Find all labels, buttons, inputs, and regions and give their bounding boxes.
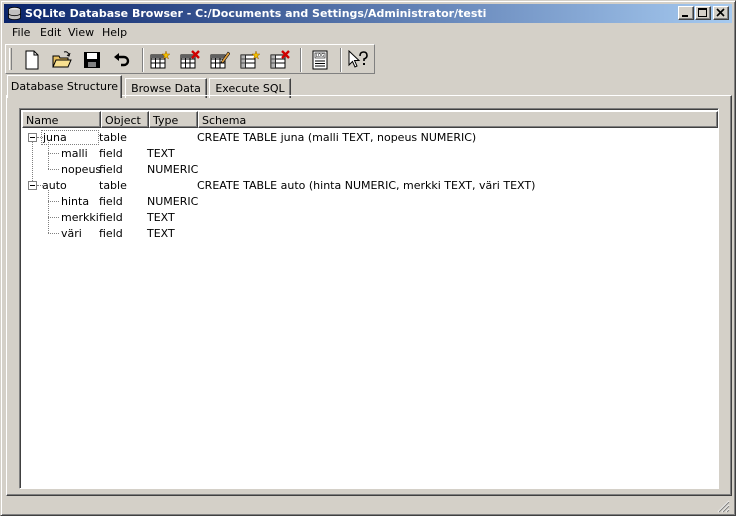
tree-connector <box>48 190 49 233</box>
row-object: field <box>99 195 123 208</box>
whats-this-icon <box>348 50 368 68</box>
delete-table-button[interactable] <box>178 48 202 72</box>
toolbar-grip[interactable] <box>9 48 12 70</box>
row-type: NUMERIC <box>147 163 199 176</box>
row-type: TEXT <box>147 147 175 160</box>
log-icon: LOG <box>312 50 328 70</box>
row-object: table <box>99 179 127 192</box>
delete-index-icon <box>270 50 290 69</box>
menu-file[interactable]: File <box>12 26 30 39</box>
row-name: hinta <box>61 195 90 208</box>
minimize-button[interactable] <box>678 6 694 20</box>
resize-grip-icon[interactable] <box>716 499 730 513</box>
row-object: field <box>99 163 123 176</box>
column-header-schema[interactable]: Schema <box>198 111 718 128</box>
status-bar <box>4 498 732 514</box>
delete-index-button[interactable] <box>268 48 292 72</box>
row-name: auto <box>42 179 67 192</box>
collapse-auto-toggle[interactable] <box>28 181 37 190</box>
tree-connector <box>48 217 59 218</box>
tree-connector <box>48 233 59 234</box>
whats-this-button[interactable] <box>346 48 370 72</box>
create-table-button[interactable] <box>148 48 172 72</box>
row-schema: CREATE TABLE juna (malli TEXT, nopeus NU… <box>197 131 477 144</box>
collapse-juna-toggle[interactable] <box>28 133 37 142</box>
tree-connector <box>48 153 59 154</box>
modify-table-icon <box>210 51 230 69</box>
toolbar-separator <box>142 48 144 72</box>
toolbar-separator <box>300 48 302 72</box>
save-button[interactable] <box>80 48 104 72</box>
minimize-icon <box>682 15 688 17</box>
maximize-icon <box>698 8 707 17</box>
row-name: nopeus <box>61 163 102 176</box>
row-object: table <box>99 131 127 144</box>
open-folder-icon <box>52 51 72 68</box>
row-type: TEXT <box>147 211 175 224</box>
row-object: field <box>99 147 123 160</box>
menu-bar: File Edit View Help <box>4 24 732 42</box>
new-file-icon <box>25 50 39 70</box>
create-table-icon <box>150 50 170 69</box>
close-icon <box>716 8 725 17</box>
svg-text:LOG: LOG <box>316 53 324 58</box>
delete-table-icon <box>180 50 200 69</box>
undo-button[interactable] <box>110 48 134 72</box>
menu-edit[interactable]: Edit <box>40 26 61 39</box>
column-header-object[interactable]: Object <box>101 111 149 128</box>
column-header-type[interactable]: Type <box>149 111 198 128</box>
menu-help[interactable]: Help <box>102 26 127 39</box>
tree-connector <box>32 137 33 185</box>
tree-connector <box>48 169 59 170</box>
close-button[interactable] <box>713 6 729 20</box>
row-name: väri <box>61 227 82 240</box>
title-bar[interactable]: SQLite Database Browser - C:/Documents a… <box>4 4 732 23</box>
tab-database-structure[interactable]: Database Structure <box>7 75 122 98</box>
toolbar-separator <box>340 48 342 72</box>
toolbar: LOG <box>5 44 375 74</box>
modify-table-button[interactable] <box>208 48 232 72</box>
database-icon <box>8 6 21 21</box>
row-name: malli <box>61 147 88 160</box>
structure-tree[interactable]: Name Object Type Schema juna table CREAT… <box>19 108 719 489</box>
tree-connector <box>48 142 49 169</box>
row-schema: CREATE TABLE auto (hinta NUMERIC, merkki… <box>197 179 536 192</box>
row-object: field <box>99 227 123 240</box>
tree-connector <box>48 201 59 202</box>
tree-header: Name Object Type Schema <box>22 111 718 128</box>
maximize-button[interactable] <box>695 6 711 20</box>
open-database-button[interactable] <box>50 48 74 72</box>
sql-log-button[interactable]: LOG <box>308 48 332 72</box>
row-name: merkki <box>61 211 99 224</box>
menu-view[interactable]: View <box>68 26 94 39</box>
save-icon <box>84 52 100 68</box>
app-window: SQLite Database Browser - C:/Documents a… <box>0 0 736 516</box>
window-title: SQLite Database Browser - C:/Documents a… <box>25 7 487 20</box>
column-header-name[interactable]: Name <box>22 111 101 128</box>
row-type: TEXT <box>147 227 175 240</box>
row-type: NUMERIC <box>147 195 199 208</box>
create-index-icon <box>240 50 260 69</box>
row-object: field <box>99 211 123 224</box>
new-database-button[interactable] <box>20 48 44 72</box>
create-index-button[interactable] <box>238 48 262 72</box>
undo-icon <box>114 53 130 67</box>
row-name: juna <box>41 130 99 145</box>
